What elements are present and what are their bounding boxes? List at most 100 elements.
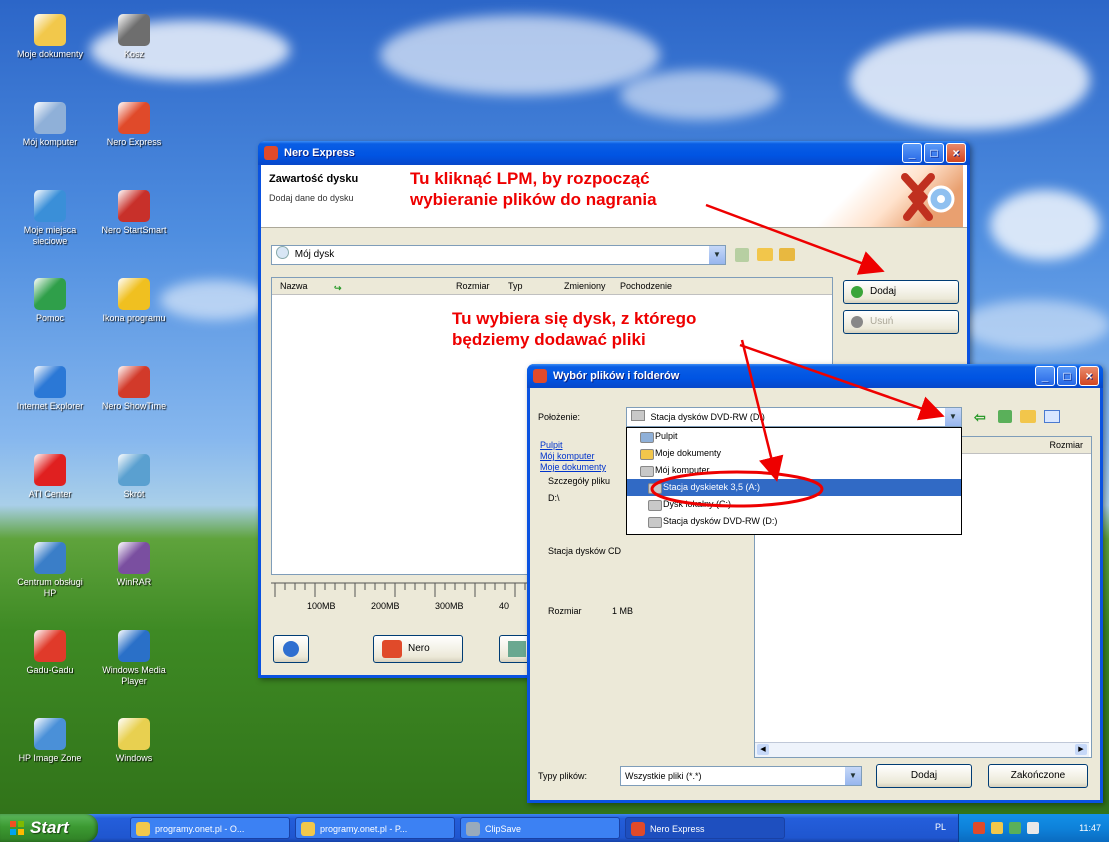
list-header: Nazwa ↪ Rozmiar Typ Zmieniony Pochodzeni… [272,278,832,295]
desktop-icon[interactable]: Centrum obsługi HP [10,542,90,599]
disc-name-combo[interactable]: Mój dysk ▼ [271,245,726,265]
new-folder-icon[interactable] [757,248,773,261]
cloud [990,190,1100,260]
taskbar-button-3-label: ClipSave [485,824,522,834]
dialog-titlebar[interactable]: Wybór plików i folderów _ □ × [527,364,1103,388]
add-button[interactable]: Dodaj [843,280,959,304]
view-menu-icon[interactable] [1044,410,1060,423]
dropdown-item[interactable]: Moje dokumenty [627,445,961,462]
dialog-maximize-button[interactable]: □ [1057,366,1077,386]
scroll-left-icon[interactable]: ◀ [757,744,769,755]
desktop-icon[interactable]: Nero StartSmart [94,190,174,236]
dropdown-item[interactable]: Stacja dyskietek 3,5 (A:) [627,479,961,496]
dropdown-item-label: Moje dokumenty [655,448,722,458]
scroll-right-icon[interactable]: ▶ [1075,744,1087,755]
side-link-my-documents[interactable]: Moje dokumenty [540,462,606,472]
minimize-button[interactable]: _ [902,143,922,163]
filetype-combo[interactable]: Wszystkie pliki (*.*) ▼ [620,766,862,786]
close-button[interactable]: × [946,143,966,163]
filetype-value: Wszystkie pliki (*.*) [625,771,702,781]
side-link-desktop[interactable]: Pulpit [540,440,563,450]
dialog-minimize-button[interactable]: _ [1035,366,1055,386]
horizontal-scrollbar[interactable]: ◀ ▶ [755,742,1089,757]
side-link-my-computer[interactable]: Mój komputer [540,451,595,461]
app-icon [118,14,150,46]
filetype-chevron-down-icon[interactable]: ▼ [845,767,861,785]
desktop-icon[interactable]: Mój komputer [10,102,90,148]
drive-icon [648,500,662,511]
dialog-column-size[interactable]: Rozmiar [1049,437,1083,453]
clock[interactable]: 11:47 [1079,814,1101,842]
back-icon[interactable]: ⇦ [974,409,986,426]
cloud [620,70,780,120]
desktop-icon[interactable]: Nero ShowTime [94,366,174,412]
column-size[interactable]: Rozmiar [456,278,490,294]
cloud [960,300,1109,350]
taskbar-button-2-label: programy.onet.pl - P... [320,824,408,834]
desktop-icon[interactable]: Internet Explorer [10,366,90,412]
details-label: Szczegóły pliku [548,476,611,486]
help-icon [283,641,299,657]
up-folder-icon[interactable] [998,410,1012,423]
column-name[interactable]: Nazwa [280,278,308,294]
properties-icon[interactable] [735,248,749,262]
taskbar-button-4[interactable]: Nero Express [625,817,785,839]
new-folder-icon[interactable] [1020,410,1036,423]
chevron-down-icon[interactable]: ▼ [709,246,725,264]
network-icon[interactable] [973,822,985,834]
desktop-icon[interactable]: ATI Center [10,454,90,500]
ruler-label-300: 300MB [435,601,464,611]
dropdown-item[interactable]: Pulpit [627,428,961,445]
desktop-icon[interactable]: Nero Express [94,102,174,148]
dialog-close-button[interactable]: × [1079,366,1099,386]
column-origin[interactable]: Pochodzenie [620,278,672,294]
desktop-icon[interactable]: Kosz [94,14,174,60]
desktop-icon[interactable]: Ikona programu [94,278,174,324]
drive-icon [631,410,645,421]
taskbar-button-2[interactable]: programy.onet.pl - P... [295,817,455,839]
help-button[interactable] [273,635,309,663]
start-button[interactable]: Start [0,814,98,842]
header-title: Zawartość dysku [269,173,359,185]
location-chevron-down-icon[interactable]: ▼ [945,408,961,426]
dialog-add-button[interactable]: Dodaj [876,764,972,788]
nero-taskbar-icon [631,822,645,836]
nero-titlebar[interactable]: Nero Express _ □ × [258,141,970,165]
update-icon[interactable] [1027,822,1039,834]
desktop: Moje dokumenty Kosz Mój komputer Nero Expre… [0,0,1109,842]
maximize-button[interactable]: □ [924,143,944,163]
location-dropdown-list[interactable]: Pulpit Moje dokumenty Mój komputer Stacja d… [626,427,962,535]
file-dialog-window[interactable]: Wybór plików i folderów _ □ × Położenie:… [527,364,1103,803]
language-indicator[interactable]: PL [935,822,946,832]
desktop-icon[interactable]: Pomoc [10,278,90,324]
delete-button[interactable]: Usuń [843,310,959,334]
nero-app-icon [264,146,278,160]
desktop-icon[interactable]: Moje miejsca sieciowe [10,190,90,247]
dropdown-item[interactable]: Stacja dysków DVD-RW (D:) [627,513,961,530]
desktop-icon[interactable]: Moje dokumenty [10,14,90,60]
desktop-icon[interactable]: Gadu-Gadu [10,630,90,676]
app-icon [34,454,66,486]
ruler-label-100: 100MB [307,601,336,611]
folder-icon[interactable] [779,248,795,261]
dialog-title: Wybór plików i folderów [553,370,680,382]
location-combo[interactable]: Stacja dysków DVD-RW (D:) ▼ [626,407,962,427]
column-type[interactable]: Typ [508,278,523,294]
desktop-icon[interactable]: HP Image Zone [10,718,90,764]
security-icon[interactable] [1009,822,1021,834]
volume-icon[interactable] [991,822,1003,834]
taskbar-button-3[interactable]: ClipSave [460,817,620,839]
finish-button[interactable]: Zakończone [988,764,1088,788]
column-modified[interactable]: Zmieniony [564,278,606,294]
desktop-icon[interactable]: WinRAR [94,542,174,588]
desktop-icon[interactable]: Windows Media Player [94,630,174,687]
desktop-icon-label: Internet Explorer [16,401,84,411]
dialog-app-icon [533,369,547,383]
desktop-icon[interactable]: Skrót [94,454,174,500]
taskbar-button-1[interactable]: programy.onet.pl - O... [130,817,290,839]
taskbar-button-4-label: Nero Express [650,824,705,834]
dropdown-item[interactable]: Mój komputer [627,462,961,479]
nero-button[interactable]: Nero [373,635,463,663]
desktop-icon[interactable]: Windows [94,718,174,764]
dropdown-item[interactable]: Dysk lokalny (C:) [627,496,961,513]
